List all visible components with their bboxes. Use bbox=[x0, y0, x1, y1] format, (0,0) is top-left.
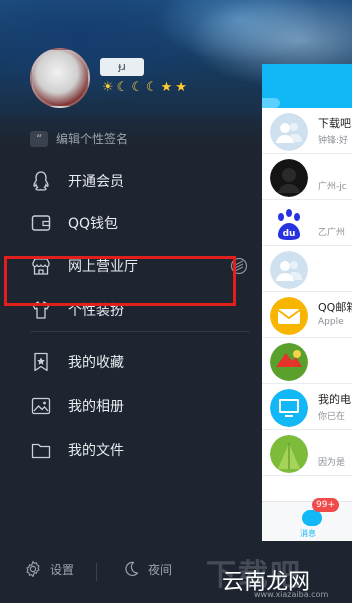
signature-placeholder: 编辑个性签名 bbox=[56, 132, 129, 146]
star-icon: ★ bbox=[175, 80, 187, 95]
folder-icon bbox=[31, 443, 51, 459]
chat-name: QQ邮箱 bbox=[318, 301, 352, 314]
menu-item-label: 我的收藏 bbox=[68, 355, 124, 371]
baidu-logo-icon: du bbox=[270, 205, 308, 243]
nickname[interactable]: ɟɹ bbox=[100, 58, 144, 76]
group-avatar-icon bbox=[270, 113, 308, 151]
mail-icon bbox=[270, 297, 308, 335]
menu-item-vip[interactable]: 开通会员 bbox=[0, 161, 262, 201]
level-badges[interactable]: ☀ ☾ ☾ ☾ ★ ★ bbox=[102, 80, 187, 95]
sun-icon: ☀ bbox=[102, 80, 114, 95]
moon-icon: ☾ bbox=[131, 80, 143, 95]
wallet-icon bbox=[31, 215, 51, 231]
bookmark-star-icon bbox=[34, 352, 48, 372]
chat-preview: 乙广州 bbox=[318, 228, 346, 238]
nature-avatar-icon bbox=[270, 435, 308, 473]
list-item[interactable]: QQ邮箱 Apple bbox=[262, 292, 352, 338]
chat-preview: 广州-jc bbox=[318, 182, 347, 192]
tab-messages[interactable]: 消息 bbox=[300, 508, 326, 538]
list-item[interactable]: 因为是 bbox=[262, 430, 352, 476]
chat-preview: Apple bbox=[318, 317, 344, 327]
menu-item-label: 我的相册 bbox=[68, 399, 124, 415]
svg-text:du: du bbox=[283, 229, 296, 239]
menu-item-wallet[interactable]: QQ钱包 bbox=[0, 203, 262, 243]
chat-preview: 因为是 bbox=[318, 458, 346, 468]
highlight-box bbox=[4, 256, 236, 306]
menu-item-files[interactable]: 我的文件 bbox=[0, 430, 262, 470]
quote-icon: “ bbox=[30, 130, 48, 147]
list-item[interactable]: 下载吧 钟锋:好 bbox=[262, 108, 352, 154]
unread-badge: 99+ bbox=[312, 498, 339, 512]
signature-editor[interactable]: “ 编辑个性签名 bbox=[30, 130, 128, 147]
settings-button[interactable]: 设置 bbox=[24, 560, 74, 578]
tab-messages-label: 消息 bbox=[300, 529, 316, 538]
photo-icon bbox=[31, 397, 51, 415]
moon-icon: ☾ bbox=[145, 80, 158, 95]
chat-preview: 钟锋:好 bbox=[318, 136, 349, 146]
footer-separator bbox=[96, 563, 97, 581]
contact-avatar-icon bbox=[270, 159, 308, 197]
conversation-panel: 下载吧 钟锋:好 广州-jc du 乙广州 QQ邮箱 Apple 我的电 你已在… bbox=[262, 64, 352, 541]
header-tab-indicator bbox=[262, 98, 280, 108]
watermark-url: www.xiazaiba.com bbox=[254, 590, 329, 599]
gear-icon bbox=[26, 560, 40, 578]
side-drawer: ɟɹ ☀ ☾ ☾ ☾ ★ ★ “ 编辑个性签名 开通会员 QQ钱包 网上营业厅 bbox=[0, 0, 262, 603]
list-item[interactable] bbox=[262, 246, 352, 292]
night-label: 夜间 bbox=[148, 562, 173, 577]
penguin-icon bbox=[33, 171, 49, 191]
list-item[interactable]: 我的电 你已在 bbox=[262, 384, 352, 430]
list-item[interactable] bbox=[262, 338, 352, 384]
menu-divider bbox=[30, 331, 250, 332]
chat-name: 下载吧 bbox=[318, 117, 351, 130]
star-icon: ★ bbox=[160, 80, 173, 95]
menu-item-album[interactable]: 我的相册 bbox=[0, 386, 262, 426]
chat-preview: 你已在 bbox=[318, 412, 346, 422]
message-bubble-icon bbox=[302, 510, 322, 526]
list-item[interactable]: 广州-jc bbox=[262, 154, 352, 200]
computer-icon bbox=[270, 389, 308, 427]
app-logo-icon bbox=[270, 343, 308, 381]
chat-name: 我的电 bbox=[318, 393, 351, 406]
bottom-tab-bar: 消息 99+ bbox=[262, 498, 352, 541]
avatar[interactable] bbox=[30, 48, 90, 108]
moon-icon: ☾ bbox=[116, 80, 129, 95]
panel-header bbox=[262, 64, 352, 108]
menu-item-label: 开通会员 bbox=[68, 174, 124, 190]
settings-label: 设置 bbox=[50, 562, 75, 577]
group-avatar-icon bbox=[270, 251, 308, 289]
moon-icon bbox=[125, 561, 139, 576]
night-mode-button[interactable]: 夜间 bbox=[122, 560, 172, 578]
menu-item-label: QQ钱包 bbox=[68, 216, 119, 232]
menu-item-label: 我的文件 bbox=[68, 443, 124, 459]
list-item[interactable]: du 乙广州 bbox=[262, 200, 352, 246]
menu-item-favorites[interactable]: 我的收藏 bbox=[0, 342, 262, 382]
